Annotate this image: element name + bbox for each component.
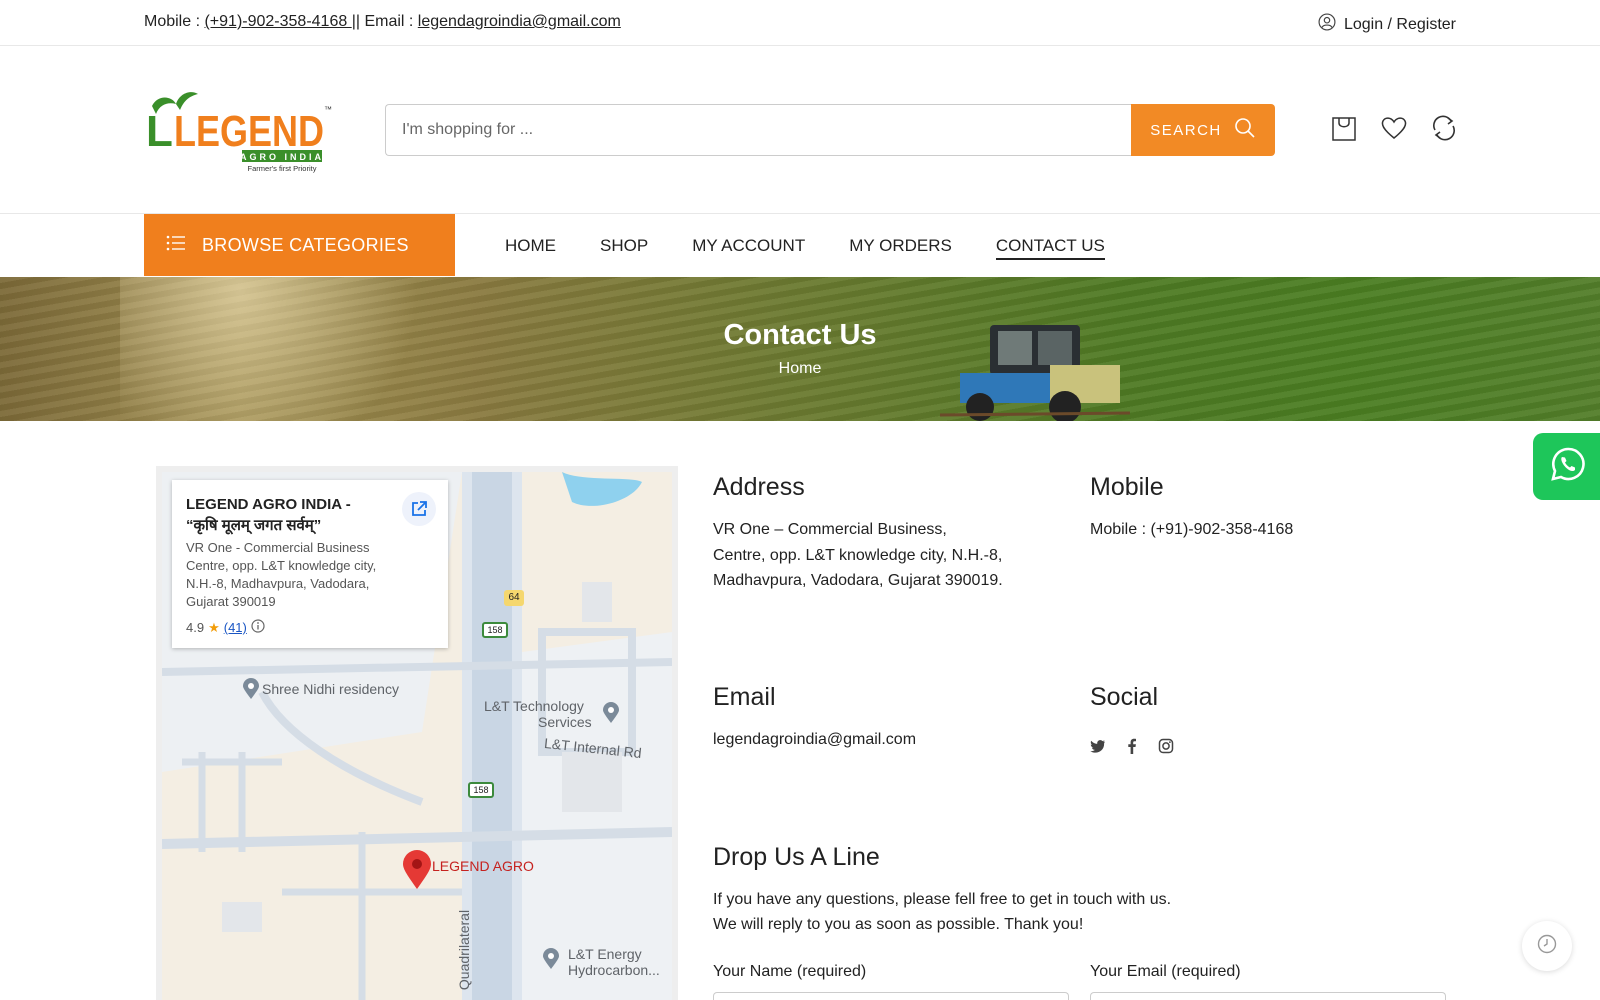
info-icon[interactable] [251, 619, 265, 636]
svg-text:L: L [146, 107, 173, 156]
heart-icon[interactable] [1380, 114, 1408, 142]
recently-viewed-button[interactable] [1522, 921, 1572, 971]
whatsapp-icon [1550, 446, 1586, 487]
top-contact-info: Mobile : (+91)-902-358-4168 || Email : l… [144, 13, 621, 31]
road-shield-158a: 158 [482, 622, 508, 638]
mobile-link[interactable]: (+91)-902-358-4168 [204, 13, 351, 30]
form-intro-line-2: We will reply to you as soon as possible… [713, 916, 1084, 933]
road-shield-158b: 158 [468, 782, 494, 798]
mobile-heading: Mobile [1090, 473, 1164, 501]
address-line-2: Centre, opp. L&T knowledge city, N.H.-8, [713, 547, 1003, 564]
open-in-maps-icon[interactable] [402, 492, 436, 526]
map-label-lt-tech-2: Services [538, 714, 592, 730]
map-label-pin: LEGEND AGRO [432, 858, 534, 874]
nav-item-my-account[interactable]: MY ACCOUNT [692, 236, 805, 260]
instagram-icon[interactable] [1158, 738, 1174, 754]
search-bar: SEARCH [385, 104, 1275, 156]
lt-tech-pin-icon [602, 702, 620, 729]
search-button[interactable]: SEARCH [1131, 104, 1275, 156]
nav-item-shop[interactable]: SHOP [600, 236, 648, 260]
nav-item-home[interactable]: HOME [505, 236, 556, 260]
lt-energy-pin-icon [542, 948, 560, 975]
nav-item-my-orders[interactable]: MY ORDERS [849, 236, 952, 260]
map-place-rating: 4.9 ★ (41) [186, 619, 434, 636]
name-input[interactable] [713, 992, 1069, 1000]
social-links [1090, 738, 1174, 754]
map-place-address: VR One - Commercial Business Centre, opp… [186, 540, 377, 609]
name-field-label: Your Name (required) [713, 963, 867, 980]
map-label-lt-tech-1: L&T Technology [484, 698, 584, 714]
clock-history-icon [1536, 933, 1558, 960]
svg-text:Farmer's first Priority: Farmer's first Priority [248, 164, 317, 173]
road-shield-64: 64 [504, 590, 524, 606]
address-line-3: Madhavpura, Vadodara, Gujarat 390019. [713, 572, 1003, 589]
review-count-link[interactable]: (41) [224, 620, 247, 635]
compare-icon[interactable] [1430, 114, 1458, 142]
map-place-card: LEGEND AGRO INDIA - “कृषि मूलम् जगत सर्व… [172, 480, 448, 648]
site-logo[interactable]: L LEGEND ™ AGRO INDIA Farmer's first Pri… [144, 90, 334, 174]
google-map[interactable]: LEGEND AGRO INDIA - “कृषि मूलम् जगत सर्व… [156, 466, 678, 1000]
mobile-prefix: Mobile : [144, 13, 205, 30]
site-header: L LEGEND ™ AGRO INDIA Farmer's first Pri… [0, 46, 1600, 214]
main-navigation-bar: BROWSE CATEGORIES HOME SHOP MY ACCOUNT M… [0, 214, 1600, 277]
map-label-quadrilateral: Quadrilateral [456, 909, 473, 991]
map-label-lt-energy-1: L&T Energy [568, 946, 642, 962]
top-bar: Mobile : (+91)-902-358-4168 || Email : l… [0, 0, 1600, 46]
breadcrumb-home[interactable]: Home [0, 360, 1600, 378]
login-register-link[interactable]: Login / Register [1318, 13, 1456, 36]
map-place-name: LEGEND AGRO INDIA - “कृषि मूलम् जगत सर्व… [186, 496, 351, 534]
search-button-label: SEARCH [1150, 121, 1222, 139]
email-text: legendagroindia@gmail.com [713, 731, 917, 748]
svg-text:™: ™ [324, 105, 332, 114]
email-prefix: || Email : [351, 13, 418, 30]
list-icon [166, 235, 186, 256]
email-field-label: Your Email (required) [1090, 963, 1241, 980]
mobile-text: Mobile : (+91)-902-358-4168 [1090, 521, 1294, 538]
form-heading: Drop Us A Line [713, 843, 880, 871]
location-pin-icon[interactable] [402, 850, 432, 895]
facebook-icon[interactable] [1124, 738, 1140, 754]
search-input[interactable] [385, 104, 1131, 156]
residency-pin-icon [242, 678, 260, 705]
search-icon [1234, 117, 1256, 143]
email-link[interactable]: legendagroindia@gmail.com [418, 13, 621, 30]
email-input[interactable] [1090, 992, 1446, 1000]
whatsapp-button[interactable] [1533, 433, 1600, 500]
browse-categories-button[interactable]: BROWSE CATEGORIES [144, 214, 455, 276]
login-register-label: Login / Register [1343, 15, 1456, 33]
page-banner: Contact Us Home [0, 277, 1600, 421]
svg-text:AGRO INDIA: AGRO INDIA [240, 152, 324, 162]
logo-brand: LEGEND [174, 107, 324, 156]
cart-icon[interactable] [1330, 114, 1358, 142]
nav-item-contact-us[interactable]: CONTACT US [995, 236, 1105, 260]
map-label-lt-energy-2: Hydrocarbon... [568, 962, 660, 978]
address-line-1: VR One – Commercial Business, [713, 521, 947, 538]
form-intro-line-1: If you have any questions, please fell f… [713, 891, 1172, 908]
email-heading: Email [713, 683, 776, 711]
map-label-residency: Shree Nidhi residency [262, 681, 399, 697]
nav-menu: HOME SHOP MY ACCOUNT MY ORDERS CONTACT U… [505, 236, 1105, 260]
page-title: Contact Us [723, 319, 877, 351]
header-actions [1330, 114, 1458, 142]
twitter-icon[interactable] [1090, 738, 1106, 754]
social-heading: Social [1090, 683, 1159, 711]
star-icon: ★ [208, 619, 220, 635]
browse-categories-label: BROWSE CATEGORIES [202, 234, 409, 255]
rating-value: 4.9 [186, 620, 205, 635]
address-heading: Address [713, 473, 805, 501]
user-icon [1318, 13, 1336, 36]
